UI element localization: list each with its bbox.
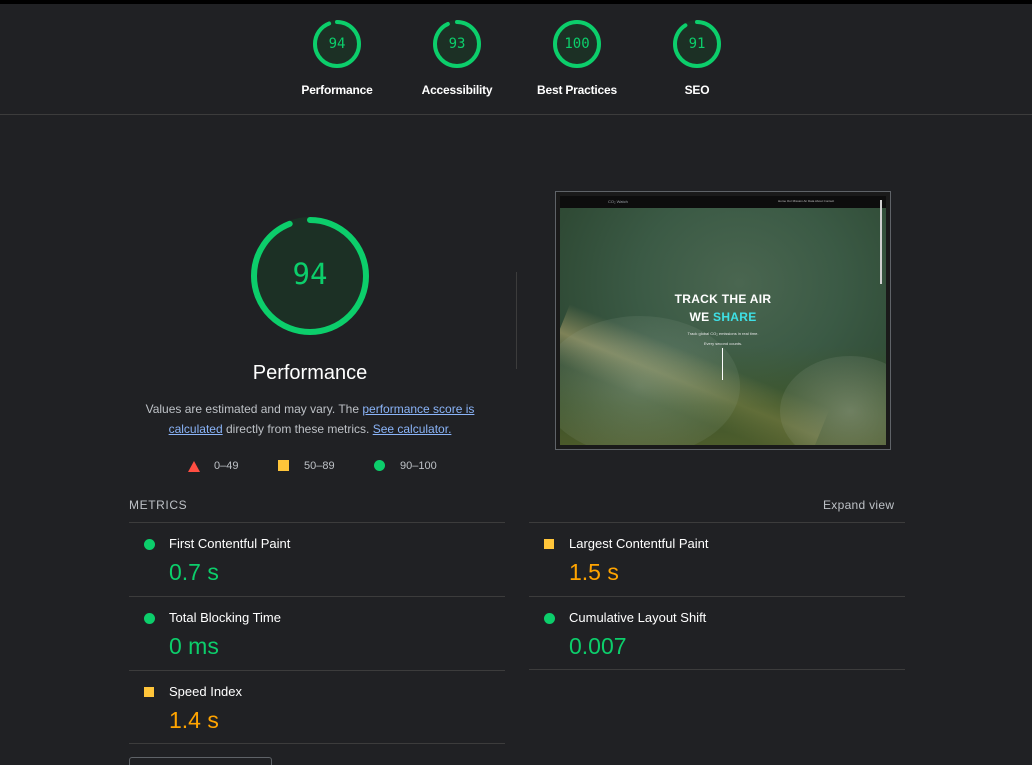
metric-value: 0.7 s bbox=[169, 559, 219, 585]
expand-view-toggle[interactable]: Expand view bbox=[823, 498, 894, 512]
gauge-ring: 100 bbox=[551, 18, 603, 70]
legend-fail-label: 0–49 bbox=[214, 460, 239, 472]
gauge-seo[interactable]: 91 SEO bbox=[637, 18, 757, 97]
scroll-indicator-line bbox=[722, 348, 723, 380]
hero-text: WE bbox=[689, 310, 714, 324]
average-square-icon bbox=[278, 460, 289, 471]
description-text: directly from these metrics. bbox=[222, 422, 373, 436]
hero-heading-line1: TRACK THE AIR bbox=[674, 292, 772, 306]
gauge-accessibility[interactable]: 93 Accessibility bbox=[397, 18, 517, 97]
metric-name: First Contentful Paint bbox=[169, 536, 291, 551]
metric-name: Cumulative Layout Shift bbox=[569, 610, 707, 625]
hero-subtitle-line: Track global CO₂ emissions in real time. bbox=[687, 331, 759, 336]
average-square-icon bbox=[144, 687, 154, 697]
score-summary: 94 Performance 93 Accessibility 100 Best… bbox=[0, 4, 1032, 115]
metrics-heading: METRICS bbox=[129, 498, 188, 512]
hero-subtitle: Track global CO₂ emissions in real time.… bbox=[560, 329, 886, 349]
pass-circle-icon bbox=[144, 539, 155, 550]
gauge-score: 93 bbox=[448, 36, 466, 52]
gauge-ring: 91 bbox=[671, 18, 723, 70]
metric-total-blocking-time: Total Blocking Time 0 ms bbox=[129, 596, 505, 670]
metric-value: 0.007 bbox=[569, 633, 627, 659]
average-square-icon bbox=[544, 539, 554, 549]
hero-heading-line2: WE SHARE bbox=[560, 310, 886, 324]
performance-title: Performance bbox=[252, 362, 368, 384]
legend-average-label: 50–89 bbox=[304, 460, 335, 472]
metric-speed-index: Speed Index 1.4 s bbox=[129, 670, 505, 744]
vertical-divider bbox=[516, 272, 517, 369]
pass-circle-icon bbox=[544, 613, 555, 624]
gauge-label: Accessibility bbox=[421, 83, 493, 97]
legend-pass-label: 90–100 bbox=[400, 460, 437, 472]
gauge-ring: 94 bbox=[311, 18, 363, 70]
metric-name: Largest Contentful Paint bbox=[569, 536, 709, 551]
hero-accent-text: SHARE bbox=[713, 310, 757, 324]
metric-value: 1.4 s bbox=[169, 707, 219, 733]
gauge-label: SEO bbox=[684, 83, 710, 97]
view-treemap-button[interactable] bbox=[129, 757, 272, 765]
description-text: Values are estimated and may vary. The bbox=[145, 402, 363, 416]
see-calculator-link[interactable]: See calculator. bbox=[373, 422, 452, 436]
fail-triangle-icon bbox=[188, 461, 200, 472]
performance-description: Values are estimated and may vary. The p… bbox=[140, 399, 480, 439]
gauge-score: 100 bbox=[564, 36, 590, 52]
metric-first-contentful-paint: First Contentful Paint 0.7 s bbox=[129, 522, 505, 596]
metric-largest-contentful-paint: Largest Contentful Paint 1.5 s bbox=[529, 522, 905, 596]
metric-divider bbox=[129, 743, 505, 744]
gauge-best-practices[interactable]: 100 Best Practices bbox=[517, 18, 637, 97]
metric-value: 1.5 s bbox=[569, 559, 619, 585]
performance-gauge: 94 bbox=[248, 214, 372, 338]
metric-name: Total Blocking Time bbox=[169, 610, 281, 625]
gauge-label: Performance bbox=[301, 83, 373, 97]
gauge-score: 91 bbox=[688, 36, 706, 52]
metric-divider bbox=[529, 669, 905, 670]
hero-subtitle-line: Every second counts. bbox=[703, 341, 743, 346]
final-screenshot[interactable]: CO₂ Watch Home Our Mission Air Data Abou… bbox=[555, 191, 891, 450]
gauge-performance[interactable]: 94 Performance bbox=[277, 18, 397, 97]
pass-circle-icon bbox=[374, 460, 385, 471]
gauge-score: 94 bbox=[328, 36, 346, 52]
screenshot-nav-links: Home Our Mission Air Data About Contact bbox=[778, 199, 835, 203]
lighthouse-report: 94 Performance 93 Accessibility 100 Best… bbox=[0, 0, 1032, 765]
pass-circle-icon bbox=[144, 613, 155, 624]
metric-value: 0 ms bbox=[169, 633, 219, 659]
screenshot-logo: CO₂ Watch bbox=[608, 199, 628, 204]
performance-score: 94 bbox=[292, 257, 328, 291]
metric-cumulative-layout-shift: Cumulative Layout Shift 0.007 bbox=[529, 596, 905, 670]
screenshot-scrollbar bbox=[880, 200, 882, 284]
screenshot-navbar: CO₂ Watch Home Our Mission Air Data Abou… bbox=[560, 196, 886, 208]
gauge-ring: 93 bbox=[431, 18, 483, 70]
gauge-label: Best Practices bbox=[537, 83, 617, 97]
screenshot-image: CO₂ Watch Home Our Mission Air Data Abou… bbox=[560, 196, 886, 445]
metric-name: Speed Index bbox=[169, 684, 243, 699]
